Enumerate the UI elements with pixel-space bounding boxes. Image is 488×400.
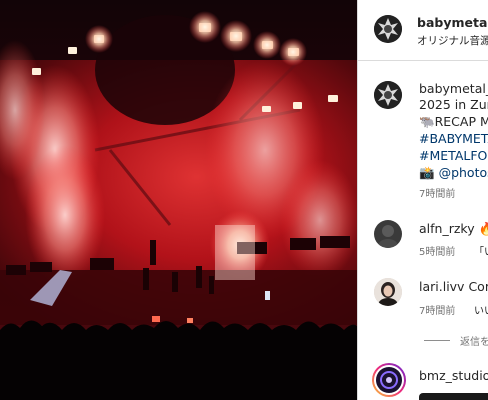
studio-logo-icon xyxy=(376,367,402,393)
comment-action[interactable]: いい xyxy=(474,302,488,317)
post-timestamp[interactable]: 7時間前 xyxy=(419,185,455,200)
caption-line-2: 🐃RECAP MO xyxy=(419,113,488,131)
photo-credit: 📸 @photosb xyxy=(419,164,488,182)
band-logo-icon xyxy=(374,15,402,43)
band-logo-icon xyxy=(374,81,402,109)
comment-item: lari.livv Com 7時間前 いい 返信を xyxy=(358,269,488,355)
account-avatar[interactable] xyxy=(374,15,402,43)
fire-emoji-icon: 🔥 xyxy=(479,221,488,236)
commenter-username[interactable]: bmz_studio0 xyxy=(419,368,488,383)
audio-label[interactable]: オリジナル音源 xyxy=(417,33,488,48)
comment-media-preview xyxy=(419,393,488,400)
concert-stage-image xyxy=(0,0,357,400)
commenter-username: lari.livv Com xyxy=(419,279,488,294)
post-caption: babymetal_ 2025 in Zuri 🐃RECAP MO #BABYM… xyxy=(358,61,488,211)
caption-recap-text: RECAP MO xyxy=(434,114,488,129)
account-username[interactable]: babymetal_ xyxy=(417,15,488,30)
caption-username[interactable]: babymetal_ xyxy=(419,81,488,96)
caption-avatar[interactable] xyxy=(374,81,402,109)
commenter-username: alfn_rzky 🔥 xyxy=(419,221,488,237)
post-video[interactable] xyxy=(0,0,357,400)
comment-timestamp[interactable]: 7時間前 xyxy=(419,302,455,317)
buffalo-emoji-icon: 🐃 xyxy=(419,114,435,129)
comment-username-link[interactable]: alfn_rzky xyxy=(419,221,475,236)
person-photo-icon xyxy=(378,225,398,248)
commenter-avatar-story-ring[interactable] xyxy=(372,363,406,397)
commenter-avatar[interactable] xyxy=(374,278,402,306)
post-header: babymetal_ オリジナル音源 xyxy=(358,0,488,61)
post-side-panel: babymetal_ オリジナル音源 babymetal_ 2025 in Zu… xyxy=(357,0,488,400)
comment-timestamp[interactable]: 5時間前 xyxy=(419,243,455,258)
comment-item: alfn_rzky 🔥 5時間前 「い xyxy=(358,211,488,269)
commenter-avatar[interactable] xyxy=(374,220,402,248)
replies-divider xyxy=(424,340,450,341)
view-replies-button[interactable]: 返信を xyxy=(460,333,488,348)
comment-username-link[interactable]: lari.livv xyxy=(419,279,464,294)
person-photo-icon xyxy=(374,278,402,306)
hashtag-link[interactable]: #BABYMETA xyxy=(419,130,488,148)
hashtag-link[interactable]: #METALFOR xyxy=(419,147,488,165)
comment-text: Com xyxy=(468,279,488,294)
camera-emoji-icon: 📸 xyxy=(419,165,435,180)
caption-line-1: 2025 in Zuri xyxy=(419,97,488,112)
comment-action[interactable]: 「い xyxy=(474,243,488,258)
comment-item: bmz_studio0 xyxy=(358,355,488,400)
mention-link[interactable]: @photosb xyxy=(439,165,488,180)
